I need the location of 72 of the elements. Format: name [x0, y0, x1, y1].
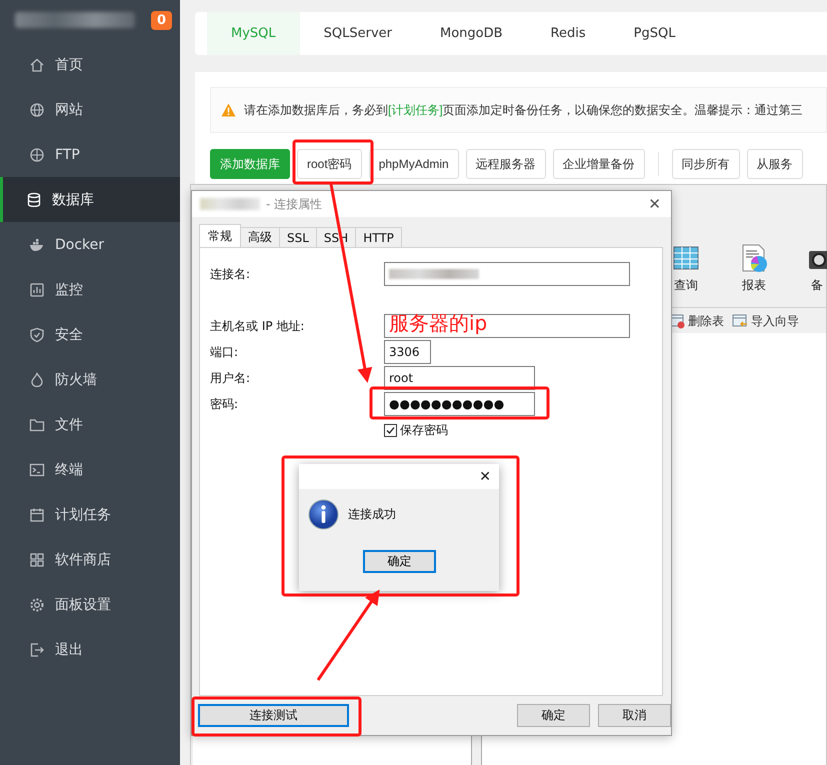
- annotation-text: 服务器的ip: [389, 312, 488, 334]
- info-icon: [308, 499, 339, 530]
- close-button[interactable]: ✕: [648, 195, 661, 213]
- ok-button[interactable]: 确定: [363, 550, 436, 573]
- checkbox-label: 保存密码: [400, 422, 448, 438]
- dialog-button[interactable]: 取消: [598, 704, 671, 727]
- database-tab[interactable]: SQLServer: [300, 12, 416, 55]
- database-tab[interactable]: MongoDB: [416, 12, 527, 55]
- toolbar-button[interactable]: 从服务: [746, 149, 803, 179]
- field-label: 主机名或 IP 地址:: [210, 318, 306, 334]
- globe-icon: [29, 102, 45, 118]
- sidebar-item[interactable]: 计划任务: [0, 492, 180, 537]
- sidebar-item[interactable]: 防火墙: [0, 357, 180, 402]
- dialog-button[interactable]: 确定: [517, 704, 590, 727]
- toolbar-button[interactable]: 同步所有: [672, 149, 740, 179]
- shield-icon: [29, 326, 45, 342]
- sidebar-item[interactable]: FTP: [0, 132, 180, 177]
- warning-icon: [221, 103, 236, 117]
- sidebar-item[interactable]: 首页: [0, 42, 180, 87]
- toolbar-button[interactable]: root密码: [297, 149, 362, 179]
- toolbar-button[interactable]: phpMyAdmin: [368, 149, 459, 179]
- message-text: 连接成功: [348, 506, 396, 523]
- import-table-icon: [732, 313, 748, 329]
- database-tab[interactable]: PgSQL: [610, 12, 700, 55]
- grid-icon: [29, 552, 45, 568]
- globe-icon: [29, 146, 45, 162]
- check-icon: [386, 426, 395, 434]
- test-connection-button[interactable]: 连接测试: [198, 704, 349, 727]
- database-tab[interactable]: Redis: [526, 12, 610, 55]
- sidebar-item[interactable]: 退出: [0, 627, 180, 672]
- home-icon: [29, 56, 45, 72]
- field-label: 连接名:: [210, 266, 252, 282]
- monitor-icon: [29, 282, 45, 298]
- logout-icon: [29, 642, 45, 658]
- field-label: 用户名:: [210, 370, 252, 386]
- blurred-text: [200, 198, 260, 210]
- sidebar-item[interactable]: 安全: [0, 312, 180, 357]
- whale-icon: [29, 236, 45, 252]
- input-field[interactable]: 3306: [384, 340, 431, 364]
- gear-icon: [29, 596, 45, 612]
- toolbar-tool[interactable]: 报表: [739, 243, 769, 294]
- sidebar-item[interactable]: 文件: [0, 402, 180, 447]
- dialog-tab[interactable]: 常规: [199, 224, 241, 247]
- database-icon: [26, 192, 42, 208]
- sidebar-item[interactable]: 面板设置: [0, 582, 180, 627]
- toolbar-tool[interactable]: 备: [807, 243, 827, 294]
- checkbox[interactable]: [384, 424, 397, 436]
- action-button[interactable]: 导入向导: [732, 312, 799, 330]
- terminal-icon: [29, 462, 45, 478]
- notice-text: 请在添加数据库后，务必到[计划任务]页面添加定时备份任务，以确保您的数据安全。温馨提示：通过第三: [244, 102, 803, 118]
- tool-label: 备: [811, 277, 823, 294]
- toolbar-button[interactable]: 企业增量备份: [552, 149, 645, 179]
- dialog-title: - 连接属性: [266, 196, 322, 212]
- toolbar-tool[interactable]: 查询: [671, 243, 701, 294]
- folder-icon: [29, 416, 45, 432]
- sidebar-item[interactable]: 终端: [0, 447, 180, 492]
- sidebar-item[interactable]: 监控: [0, 267, 180, 312]
- tool-label: 报表: [742, 277, 766, 294]
- toolbar-button[interactable]: 远程服务器: [466, 149, 546, 179]
- sidebar-item[interactable]: 数据库: [0, 177, 180, 222]
- input-field[interactable]: ●●●●●●●●●●●: [384, 392, 535, 416]
- calendar-icon: [29, 506, 45, 522]
- field-label: 端口:: [210, 344, 240, 360]
- dialog-tab[interactable]: HTTP: [355, 227, 402, 247]
- close-button[interactable]: ✕: [479, 468, 491, 484]
- input-field[interactable]: [384, 262, 630, 286]
- tool-label: 查询: [674, 277, 698, 294]
- sidebar-item[interactable]: 软件商店: [0, 537, 180, 582]
- input-field[interactable]: 服务器的ip: [384, 314, 630, 338]
- field-label: 密码:: [210, 396, 240, 412]
- sidebar-item[interactable]: 网站: [0, 87, 180, 132]
- sidebar-item[interactable]: Docker: [0, 222, 180, 267]
